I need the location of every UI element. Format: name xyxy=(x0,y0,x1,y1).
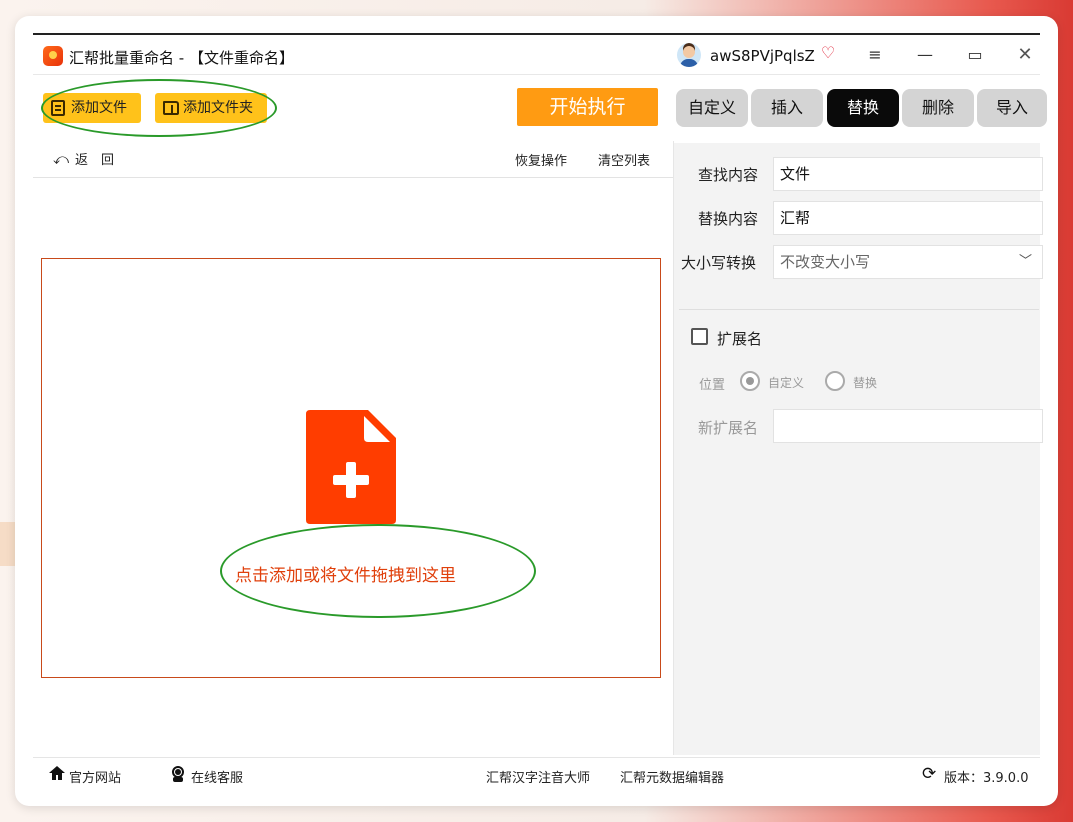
case-select[interactable]: 不改变大小写 ﹀ xyxy=(773,245,1043,279)
tab-custom[interactable]: 自定义 xyxy=(676,89,748,127)
back-button[interactable]: ⤺ 返 回 xyxy=(53,149,114,168)
find-label: 查找内容 xyxy=(698,166,759,184)
customer-service-icon xyxy=(172,766,184,782)
tab-replace[interactable]: 替换 xyxy=(827,89,899,127)
annotation-circle-toolbar xyxy=(41,79,277,137)
refresh-icon[interactable]: ⟳ xyxy=(922,764,936,784)
case-label: 大小写转换 xyxy=(681,254,757,272)
official-site-link[interactable]: 官方网站 xyxy=(69,767,121,786)
app-logo-icon xyxy=(43,46,63,66)
case-select-value: 不改变大小写 xyxy=(780,253,871,271)
tab-insert[interactable]: 插入 xyxy=(751,89,823,127)
add-file-large-icon xyxy=(306,410,396,524)
online-service-link[interactable]: 在线客服 xyxy=(191,767,243,786)
restore-button[interactable]: 恢复操作 xyxy=(515,150,567,169)
position-custom-label: 自定义 xyxy=(768,376,805,390)
position-custom-radio[interactable] xyxy=(740,371,760,391)
extension-checkbox[interactable] xyxy=(691,328,708,345)
maximize-button[interactable]: ▭ xyxy=(957,41,993,69)
position-replace-radio[interactable] xyxy=(825,371,845,391)
chevron-down-icon: ﹀ xyxy=(1018,254,1032,269)
position-replace-label: 替换 xyxy=(853,376,878,390)
clear-list-button[interactable]: 清空列表 xyxy=(598,150,650,169)
find-input[interactable]: 文件 xyxy=(773,157,1043,191)
home-icon xyxy=(49,766,65,780)
extension-label: 扩展名 xyxy=(717,330,763,348)
new-extension-label: 新扩展名 xyxy=(698,419,759,437)
start-button[interactable]: 开始执行 xyxy=(517,88,658,126)
minimize-button[interactable]: — xyxy=(907,41,943,69)
back-label: 返 回 xyxy=(75,153,115,168)
version-label: 版本：3.9.0.0 xyxy=(944,771,1029,786)
replace-settings-panel: 查找内容 文件 替换内容 汇帮 大小写转换 不改变大小写 ﹀ 扩展名 位置 自定… xyxy=(674,143,1043,755)
divider xyxy=(679,309,1039,310)
back-arrow-icon: ⤺ xyxy=(53,150,70,168)
window-title: 汇帮批量重命名 - 【文件重命名】 xyxy=(69,49,294,67)
position-label: 位置 xyxy=(699,378,726,393)
metadata-tool-link[interactable]: 汇帮元数据编辑器 xyxy=(620,767,724,786)
title-bar: 汇帮批量重命名 - 【文件重命名】 awS8PVjPqlsZ ♡ ≡ — ▭ ✕ xyxy=(33,35,1040,75)
tab-delete[interactable]: 删除 xyxy=(902,89,974,127)
divider xyxy=(33,177,673,178)
new-extension-input[interactable] xyxy=(773,409,1043,443)
tab-import[interactable]: 导入 xyxy=(977,89,1047,127)
replace-label: 替换内容 xyxy=(698,210,759,228)
username[interactable]: awS8PVjPqlsZ xyxy=(710,47,815,65)
window-content: 汇帮批量重命名 - 【文件重命名】 awS8PVjPqlsZ ♡ ≡ — ▭ ✕… xyxy=(33,33,1047,789)
footer-bar: 官方网站 在线客服 汇帮汉字注音大师 汇帮元数据编辑器 ⟳ 版本：3.9.0.0 xyxy=(33,757,1040,789)
annotation-circle-drop xyxy=(220,524,536,618)
close-button[interactable]: ✕ xyxy=(1007,41,1043,69)
vip-heart-icon[interactable]: ♡ xyxy=(819,44,837,62)
user-avatar[interactable] xyxy=(677,43,701,67)
replace-input[interactable]: 汇帮 xyxy=(773,201,1043,235)
menu-button[interactable]: ≡ xyxy=(857,41,893,69)
pinyin-tool-link[interactable]: 汇帮汉字注音大师 xyxy=(486,767,590,786)
app-window: 汇帮批量重命名 - 【文件重命名】 awS8PVjPqlsZ ♡ ≡ — ▭ ✕… xyxy=(15,16,1058,806)
